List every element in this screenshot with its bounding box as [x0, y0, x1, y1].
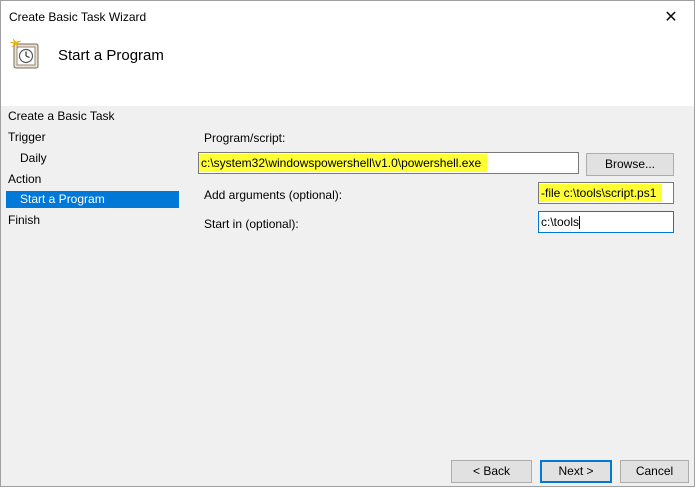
start-in-label: Start in (optional): — [204, 217, 299, 231]
wizard-header: Start a Program — [1, 33, 694, 106]
nav-step-label: Start a Program — [20, 192, 105, 206]
back-button[interactable]: < Back — [451, 460, 532, 483]
title-bar: Create Basic Task Wizard ✕ — [1, 1, 694, 33]
browse-button[interactable]: Browse... — [586, 153, 674, 176]
nav-step-action[interactable]: Action — [8, 171, 41, 188]
arguments-label: Add arguments (optional): — [204, 188, 343, 202]
wizard-window: Create Basic Task Wizard ✕ Start a Progr… — [0, 0, 695, 487]
nav-step-daily[interactable]: Daily — [20, 150, 47, 167]
wizard-steps-nav: Create a Basic Task Trigger Daily Action… — [1, 106, 191, 446]
nav-step-label: Action — [8, 172, 42, 186]
arguments-input[interactable]: -file c:\tools\script.ps1 — [538, 182, 674, 204]
start-in-input[interactable]: c:\tools — [538, 211, 674, 233]
nav-step-label: Create a Basic Task — [8, 109, 115, 123]
nav-step-create-basic-task[interactable]: Create a Basic Task — [8, 108, 115, 125]
nav-step-finish[interactable]: Finish — [8, 212, 40, 229]
nav-step-trigger[interactable]: Trigger — [8, 129, 46, 146]
next-button[interactable]: Next > — [540, 460, 612, 483]
nav-step-label: Finish — [8, 213, 41, 227]
nav-step-start-a-program[interactable]: Start a Program — [6, 191, 179, 208]
program-script-value: c:\system32\windowspowershell\v1.0\power… — [199, 154, 488, 172]
task-clock-icon — [9, 38, 39, 69]
close-icon: ✕ — [664, 8, 678, 26]
cancel-button[interactable]: Cancel — [620, 460, 689, 483]
start-in-value: c:\tools — [541, 215, 580, 229]
text-cursor — [579, 216, 581, 230]
window-title: Create Basic Task Wizard — [9, 10, 147, 24]
program-script-label: Program/script: — [204, 131, 286, 145]
close-button[interactable]: ✕ — [648, 1, 694, 32]
page-title: Start a Program — [58, 47, 164, 64]
program-script-input[interactable]: c:\system32\windowspowershell\v1.0\power… — [198, 152, 579, 174]
nav-step-label: Trigger — [8, 130, 46, 144]
arguments-value: -file c:\tools\script.ps1 — [539, 184, 663, 202]
nav-step-label: Daily — [20, 151, 47, 165]
